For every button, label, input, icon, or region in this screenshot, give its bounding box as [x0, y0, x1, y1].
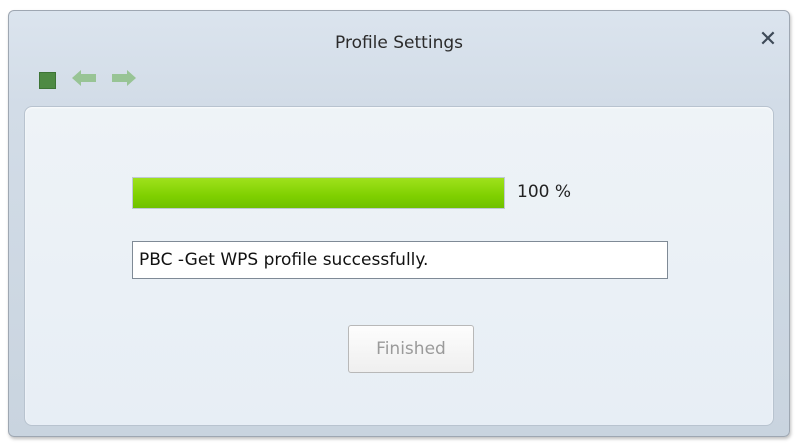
arrow-left-icon[interactable] [72, 69, 96, 91]
progress-fill [133, 178, 504, 208]
dialog-title: Profile Settings [335, 33, 463, 53]
stop-icon[interactable] [39, 71, 56, 89]
progress-percent-label: 100 % [517, 182, 572, 202]
content-panel: 100 % Finished [24, 106, 774, 426]
profile-settings-dialog: Profile Settings ✕ 100 % Finished [8, 10, 790, 437]
status-field[interactable] [132, 241, 668, 279]
close-icon[interactable]: ✕ [757, 29, 779, 51]
toolbar [39, 69, 152, 91]
progress-bar [132, 177, 505, 209]
arrow-right-icon[interactable] [112, 69, 136, 91]
finished-button[interactable]: Finished [348, 325, 474, 373]
